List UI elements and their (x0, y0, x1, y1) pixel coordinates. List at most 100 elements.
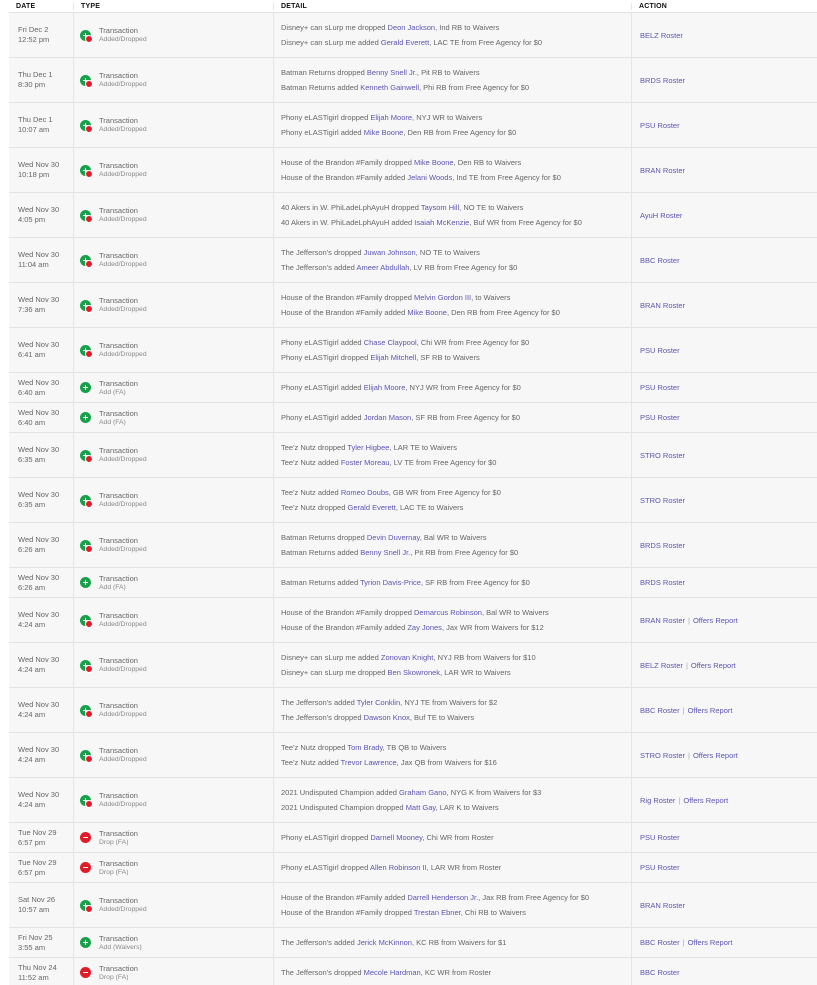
roster-link[interactable]: BBC Roster (640, 706, 680, 715)
roster-link[interactable]: BRDS Roster (640, 578, 685, 587)
type-primary: Transaction (99, 656, 138, 665)
type-label: Transaction Added/Dropped (99, 446, 147, 464)
offers-report-link[interactable]: Offers Report (693, 616, 738, 625)
player-link[interactable]: Juwan Johnson (364, 248, 416, 257)
player-link[interactable]: Graham Gano (399, 788, 447, 797)
player-link[interactable]: Benny Snell Jr. (360, 548, 410, 557)
player-link[interactable]: Darnell Mooney (370, 833, 422, 842)
roster-link[interactable]: BRAN Roster (640, 166, 685, 175)
player-link[interactable]: Dawson Knox (364, 713, 410, 722)
player-link[interactable]: Gerald Everett (381, 38, 429, 47)
player-link[interactable]: Mecole Hardman (364, 968, 421, 977)
row-time: 11:52 am (18, 972, 49, 982)
roster-link[interactable]: AyuH Roster (640, 211, 682, 220)
detail-player-info: , Den RB to Waivers (453, 158, 522, 167)
player-link[interactable]: Devin Duvernay (367, 533, 420, 542)
detail-line: Tee'z Nutz added Foster Moreau, LV TE fr… (281, 455, 631, 470)
roster-link[interactable]: PSU Roster (640, 413, 680, 422)
player-link[interactable]: Ameer Abdullah (357, 263, 410, 272)
player-link[interactable]: Elijah Mitchell (370, 353, 416, 362)
player-link[interactable]: Tyler Conklin (357, 698, 400, 707)
player-link[interactable]: Chase Claypool (364, 338, 417, 347)
type-label: Transaction Drop (FA) (99, 829, 138, 847)
roster-link[interactable]: PSU Roster (640, 383, 680, 392)
type-label: Transaction Added/Dropped (99, 296, 147, 314)
roster-link[interactable]: STRO Roster (640, 751, 685, 760)
player-link[interactable]: Tyrion Davis-Price (360, 578, 421, 587)
roster-link[interactable]: BRDS Roster (640, 541, 685, 550)
player-link[interactable]: Benny Snell Jr. (367, 68, 417, 77)
player-link[interactable]: Tom Brady (347, 743, 382, 752)
row-action: BBC Roster | Offers Report (631, 688, 817, 732)
player-link[interactable]: Taysom Hill (421, 203, 459, 212)
type-primary: Transaction (99, 206, 138, 215)
roster-link[interactable]: PSU Roster (640, 346, 680, 355)
roster-link[interactable]: BBC Roster (640, 256, 680, 265)
roster-link[interactable]: STRO Roster (640, 451, 685, 460)
roster-link[interactable]: PSU Roster (640, 833, 680, 842)
player-link[interactable]: Mike Boone (407, 308, 447, 317)
player-link[interactable]: Kenneth Gainwell (360, 83, 419, 92)
player-link[interactable]: Allen Robinson II (370, 863, 427, 872)
player-link[interactable]: Trevor Lawrence (341, 758, 397, 767)
player-link[interactable]: Darrell Henderson Jr. (407, 893, 478, 902)
table-row: Wed Nov 30 6:35 am Transaction Added/Droppe… (9, 433, 817, 478)
player-link[interactable]: Jerick McKinnon (357, 938, 412, 947)
player-link[interactable]: Isaiah McKenzie (414, 218, 469, 227)
offers-report-link[interactable]: Offers Report (691, 661, 736, 670)
offers-report-link[interactable]: Offers Report (688, 938, 733, 947)
type-primary: Transaction (99, 26, 138, 35)
player-link[interactable]: Mike Boone (364, 128, 404, 137)
roster-link[interactable]: PSU Roster (640, 863, 680, 872)
row-detail: Tee'z Nutz dropped Tyler Higbee, LAR TE … (273, 433, 631, 477)
roster-link[interactable]: STRO Roster (640, 496, 685, 505)
player-link[interactable]: Melvin Gordon III (414, 293, 471, 302)
row-time: 6:40 am (18, 387, 46, 397)
player-link[interactable]: Jordan Mason (364, 413, 412, 422)
roster-link[interactable]: BRAN Roster (640, 616, 685, 625)
roster-link[interactable]: BELZ Roster (640, 661, 683, 670)
player-link[interactable]: Zay Jones (407, 623, 442, 632)
player-link[interactable]: Foster Moreau (341, 458, 390, 467)
offers-report-link[interactable]: Offers Report (693, 751, 738, 760)
player-link[interactable]: Elijah Moore (370, 113, 412, 122)
row-action: BBC Roster (631, 238, 817, 282)
roster-link[interactable]: Rig Roster (640, 796, 675, 805)
player-link[interactable]: Gerald Everett (347, 503, 395, 512)
detail-player-info: , LAR K to Waivers (435, 803, 499, 812)
type-primary: Transaction (99, 611, 138, 620)
player-link[interactable]: Tyler Higbee (347, 443, 389, 452)
roster-link[interactable]: BRAN Roster (640, 301, 685, 310)
detail-line: The Jefferson's added Ameer Abdullah, LV… (281, 260, 631, 275)
roster-link[interactable]: BELZ Roster (640, 31, 683, 40)
player-link[interactable]: Zonovan Knight (381, 653, 434, 662)
player-link[interactable]: Romeo Doubs (341, 488, 389, 497)
row-detail: Disney+ can sLurp me added Zonovan Knigh… (273, 643, 631, 687)
roster-link[interactable]: BRAN Roster (640, 901, 685, 910)
row-date: Wed Nov 30 6:40 am (9, 373, 73, 402)
roster-link[interactable]: BBC Roster (640, 968, 680, 977)
row-type: Transaction Added/Dropped (73, 193, 273, 237)
type-secondary: Added/Dropped (99, 906, 147, 913)
player-link[interactable]: Trestan Ebner (414, 908, 461, 917)
detail-player-info: , TB QB to Waivers (382, 743, 447, 752)
roster-link[interactable]: BBC Roster (640, 938, 680, 947)
player-link[interactable]: Elijah Moore (364, 383, 406, 392)
player-link[interactable]: Matt Gay (406, 803, 436, 812)
row-day: Wed Nov 30 (18, 535, 60, 544)
row-action: BBC Roster (631, 958, 817, 985)
row-time: 7:36 am (18, 305, 46, 314)
player-link[interactable]: Mike Boone (414, 158, 454, 167)
row-action: PSU Roster (631, 328, 817, 372)
offers-report-link[interactable]: Offers Report (688, 706, 733, 715)
row-time: 6:26 am (18, 582, 46, 592)
roster-link[interactable]: BRDS Roster (640, 76, 685, 85)
roster-link[interactable]: PSU Roster (640, 121, 680, 130)
player-link[interactable]: Jelani Woods (407, 173, 452, 182)
player-link[interactable]: Deon Jackson (388, 23, 436, 32)
player-link[interactable]: Demarcus Robinson (414, 608, 482, 617)
row-day: Thu Dec 1 (18, 115, 53, 124)
offers-report-link[interactable]: Offers Report (683, 796, 728, 805)
detail-line: House of the Brandon #Family dropped Mik… (281, 155, 631, 170)
player-link[interactable]: Ben Skowronek (388, 668, 441, 677)
